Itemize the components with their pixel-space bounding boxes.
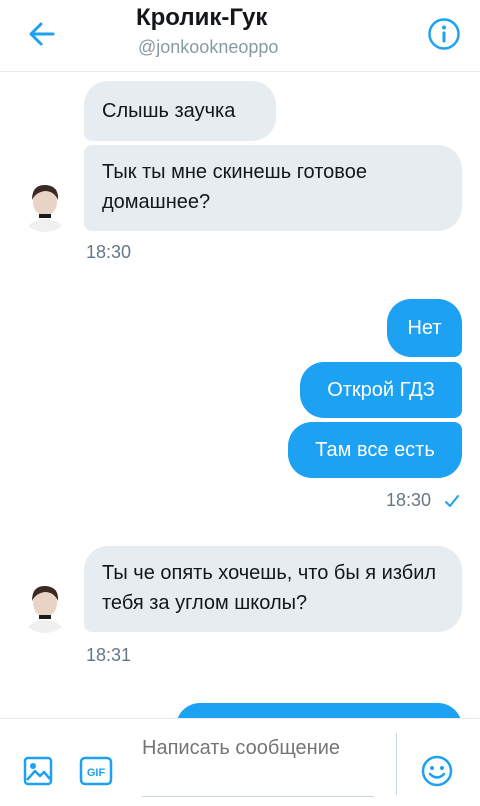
conversation-handle: @jonkookneoppo bbox=[138, 37, 279, 57]
gif-icon: GIF bbox=[79, 756, 113, 786]
message-composer: GIF bbox=[0, 718, 480, 806]
message-input[interactable] bbox=[142, 735, 374, 797]
back-button[interactable] bbox=[22, 14, 62, 54]
arrow-left-icon bbox=[29, 22, 55, 46]
info-icon bbox=[428, 18, 460, 50]
image-icon bbox=[23, 756, 53, 786]
message-bubble-outgoing[interactable] bbox=[176, 703, 462, 718]
message-text: Слышь заучка bbox=[102, 100, 236, 122]
user-photo-icon bbox=[18, 178, 72, 232]
info-button[interactable] bbox=[424, 14, 464, 54]
message-timestamp: 18:30 bbox=[86, 242, 132, 262]
checkmark-icon bbox=[445, 495, 459, 507]
message-list[interactable]: Слышь заучка Тык ты мне скинешь готовое … bbox=[0, 73, 480, 718]
message-text: Ты че опять хочешь, что бы я избил тебя … bbox=[102, 562, 437, 614]
message-bubble-outgoing[interactable]: Там все есть bbox=[288, 422, 462, 478]
svg-text:GIF: GIF bbox=[87, 767, 106, 779]
smiley-icon bbox=[421, 755, 453, 787]
message-timestamp: 18:30 bbox=[386, 490, 432, 510]
user-photo-icon bbox=[18, 579, 72, 633]
message-text: Открой ГДЗ bbox=[327, 379, 435, 401]
emoji-button[interactable] bbox=[419, 753, 455, 789]
message-text: Там все есть bbox=[315, 439, 435, 461]
message-bubble-incoming[interactable]: Тык ты мне скинешь готовое домашнее? bbox=[84, 145, 462, 231]
message-timestamp: 18:31 bbox=[86, 645, 132, 665]
add-gif-button[interactable]: GIF bbox=[78, 753, 114, 789]
avatar[interactable] bbox=[18, 178, 72, 232]
avatar[interactable] bbox=[18, 579, 72, 633]
add-photo-button[interactable] bbox=[20, 753, 56, 789]
composer-divider bbox=[396, 733, 397, 795]
message-bubble-outgoing[interactable]: Открой ГДЗ bbox=[300, 362, 462, 418]
message-bubble-outgoing[interactable]: Нет bbox=[387, 299, 462, 357]
conversation-header: Кролик-Гук @jonkookneoppo bbox=[0, 0, 480, 72]
message-bubble-incoming[interactable]: Ты че опять хочешь, что бы я избил тебя … bbox=[84, 546, 462, 632]
message-text: Тык ты мне скинешь готовое домашнее? bbox=[102, 161, 367, 213]
message-text: Нет bbox=[407, 317, 442, 339]
conversation-title: Кролик-Гук bbox=[136, 4, 268, 31]
message-bubble-incoming[interactable]: Слышь заучка bbox=[84, 81, 276, 141]
